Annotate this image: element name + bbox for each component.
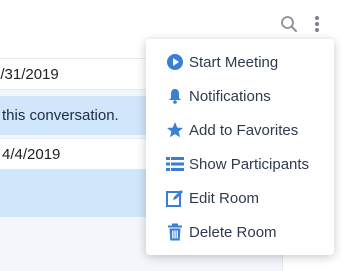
play-circle-icon	[166, 53, 184, 71]
search-button[interactable]	[277, 12, 301, 36]
edit-icon	[166, 189, 184, 207]
menu-item-label: Start Meeting	[189, 53, 279, 71]
menu-item-delete-room[interactable]: Delete Room	[146, 215, 334, 249]
bell-icon	[166, 87, 184, 105]
trash-icon	[166, 223, 184, 241]
menu-item-show-participants[interactable]: Show Participants	[146, 147, 334, 181]
more-options-button[interactable]	[305, 12, 329, 36]
kebab-menu-icon	[315, 16, 319, 32]
menu-item-label: Notifications	[189, 87, 271, 105]
menu-item-add-to-favorites[interactable]: Add to Favorites	[146, 113, 334, 147]
menu-item-label: Delete Room	[189, 223, 277, 241]
menu-item-edit-room[interactable]: Edit Room	[146, 181, 334, 215]
list-icon	[166, 155, 184, 173]
star-icon	[166, 121, 184, 139]
date-text: 4/4/2019	[2, 145, 61, 163]
menu-item-label: Add to Favorites	[189, 121, 299, 139]
room-options-menu: Start Meeting Notifications Add to Favor…	[146, 39, 334, 255]
menu-item-label: Edit Room	[189, 189, 260, 207]
date-text: 3/31/2019	[0, 65, 59, 83]
message-text: this conversation.	[2, 107, 119, 124]
menu-item-label: Show Participants	[189, 155, 310, 173]
menu-item-notifications[interactable]: Notifications	[146, 79, 334, 113]
menu-item-start-meeting[interactable]: Start Meeting	[146, 45, 334, 79]
search-icon	[281, 16, 297, 32]
